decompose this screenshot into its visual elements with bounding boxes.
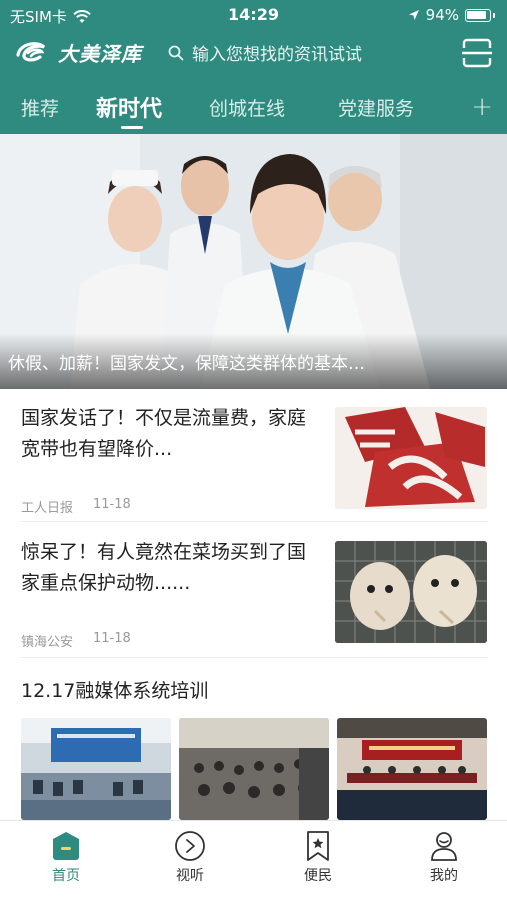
location-arrow-icon bbox=[408, 10, 419, 20]
app-logo[interactable]: 大美泽库 bbox=[14, 37, 142, 67]
news-meta: 镇海公安 11-18 bbox=[21, 631, 131, 650]
news-thumbnail[interactable] bbox=[335, 407, 487, 509]
battery-percent: 94% bbox=[425, 6, 459, 24]
news-date: 11-18 bbox=[93, 497, 131, 512]
gallery-image[interactable] bbox=[337, 718, 487, 820]
battery-tip bbox=[493, 12, 495, 18]
bookmark-star-icon bbox=[307, 831, 329, 861]
search-icon bbox=[168, 45, 184, 60]
nav-home[interactable]: 首页 bbox=[26, 829, 106, 885]
news-item[interactable]: 国家发话了！不仅是流量费，家庭宽带也有望降价... 工人日报 11-18 bbox=[21, 403, 487, 525]
news-meta: 工人日报 11-18 bbox=[21, 497, 131, 516]
tab-new-era[interactable]: 新时代 bbox=[96, 91, 162, 123]
tab-recommend[interactable]: 推荐 bbox=[21, 94, 59, 121]
logo-text: 大美泽库 bbox=[58, 41, 142, 66]
news-date: 11-18 bbox=[93, 631, 131, 646]
bottom-nav: 首页 视听 便民 我的 bbox=[0, 820, 507, 900]
add-tab-button[interactable]: + bbox=[471, 92, 493, 122]
nav-media[interactable]: 视听 bbox=[150, 829, 230, 885]
banner-caption[interactable]: 休假、加薪！国家发文，保障这类群体的基本… bbox=[8, 349, 498, 374]
battery-icon bbox=[465, 8, 491, 22]
home-icon bbox=[53, 832, 79, 860]
logo-mark-icon bbox=[16, 42, 46, 62]
section-title[interactable]: 12.17融媒体系统培训 bbox=[21, 676, 208, 703]
search-input[interactable]: 输入您想找的资讯试试 bbox=[168, 40, 362, 65]
top-row: 大美泽库 输入您想找的资讯试试 bbox=[0, 32, 507, 76]
news-item[interactable]: 惊呆了！有人竟然在菜场买到了国家重点保护动物...... 镇海公安 11-18 bbox=[21, 537, 487, 659]
nav-services-label: 便民 bbox=[304, 868, 332, 884]
tab-civilized-city[interactable]: 创城在线 bbox=[209, 94, 285, 121]
status-right: 94% bbox=[408, 6, 495, 24]
nav-services[interactable]: 便民 bbox=[278, 829, 358, 885]
nav-media-label: 视听 bbox=[176, 868, 204, 884]
gallery-image[interactable] bbox=[21, 718, 171, 820]
banner-carousel[interactable]: 休假、加薪！国家发文，保障这类群体的基本… bbox=[0, 134, 507, 389]
news-divider bbox=[21, 521, 487, 522]
news-thumbnail[interactable] bbox=[335, 541, 487, 643]
status-bar: 无SIM卡 14:29 94% bbox=[0, 0, 507, 30]
tab-party-service[interactable]: 党建服务 bbox=[338, 94, 414, 121]
active-tab-indicator bbox=[121, 126, 143, 129]
nav-profile-label: 我的 bbox=[430, 868, 458, 884]
news-title[interactable]: 惊呆了！有人竟然在菜场买到了国家重点保护动物...... bbox=[21, 537, 311, 599]
news-source: 镇海公安 bbox=[21, 635, 74, 650]
search-placeholder: 输入您想找的资讯试试 bbox=[192, 45, 362, 65]
nav-profile[interactable]: 我的 bbox=[404, 829, 484, 885]
gallery-image[interactable] bbox=[179, 718, 329, 820]
play-icon bbox=[175, 831, 205, 861]
nav-home-label: 首页 bbox=[52, 868, 80, 884]
news-title[interactable]: 国家发话了！不仅是流量费，家庭宽带也有望降价... bbox=[21, 403, 311, 465]
app-header: 无SIM卡 14:29 94% 大美泽库 输入您想找的资讯试试 推荐 新时代 创… bbox=[0, 0, 507, 134]
scan-icon[interactable] bbox=[461, 37, 493, 69]
news-source: 工人日报 bbox=[21, 501, 74, 516]
user-icon bbox=[431, 832, 457, 861]
photo-gallery bbox=[21, 718, 487, 820]
category-tabs: 推荐 新时代 创城在线 党建服务 + bbox=[0, 86, 507, 132]
news-divider bbox=[21, 657, 487, 658]
